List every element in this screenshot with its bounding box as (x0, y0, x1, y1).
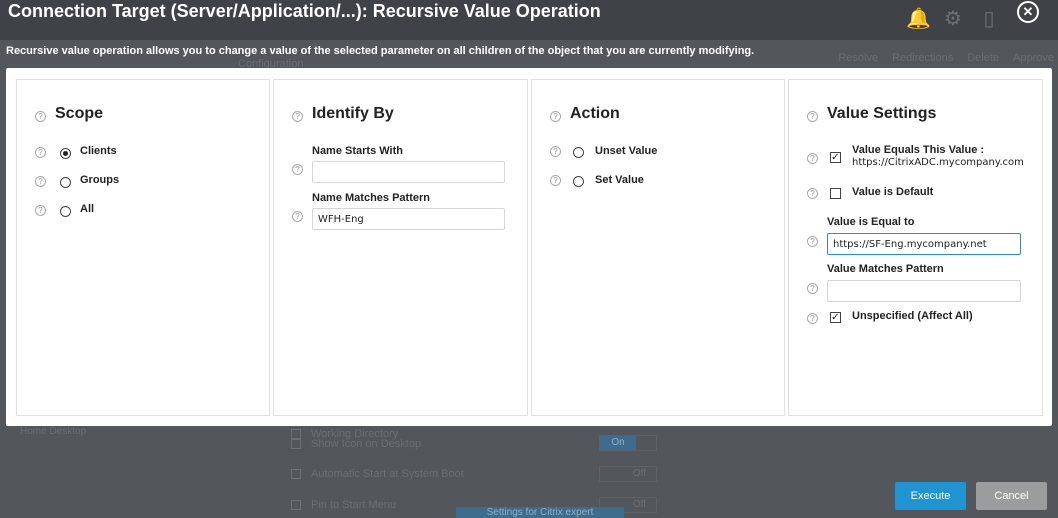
help-icon[interactable]: ? (292, 211, 303, 222)
name-starts-label: Name Starts With (312, 145, 403, 157)
bg-row-show-icon: Show Icon on Desktop (291, 438, 421, 450)
value-is-default-checkbox[interactable] (830, 188, 841, 199)
value-is-equal-label: Value is Equal to (827, 216, 915, 228)
scope-clients-radio[interactable] (60, 148, 71, 159)
set-value-radio[interactable] (573, 176, 584, 187)
bg-action-approve: Approve (1013, 52, 1054, 64)
set-value-label[interactable]: Set Value (595, 174, 644, 186)
help-icon[interactable]: ? (807, 153, 818, 164)
bg-actions: Resolve Redirections Delete Approve (838, 52, 1054, 64)
dialog-title: Connection Target (Server/Application/..… (8, 1, 601, 21)
bell-icon: 🔔 (906, 8, 931, 30)
help-icon[interactable]: ? (35, 176, 46, 187)
help-icon[interactable]: ? (292, 164, 303, 175)
scope-groups-label[interactable]: Groups (80, 174, 119, 186)
help-icon[interactable]: ? (35, 111, 46, 122)
value-matches-pattern-label: Value Matches Pattern (827, 263, 944, 275)
bg-row-label: Show Icon on Desktop (311, 438, 422, 450)
value-is-equal-input[interactable]: https://SF-Eng.mycompany.net (827, 233, 1021, 255)
value-is-default-label[interactable]: Value is Default (852, 186, 933, 198)
bg-nav-item: Home Desktop (20, 426, 87, 437)
help-icon[interactable]: ? (35, 205, 46, 216)
identify-section: ? Identify By Name Starts With ? Name Ma… (273, 79, 528, 416)
bg-checkbox (291, 500, 301, 510)
bg-row-auto-start: Automatic Start at System Boot (291, 468, 464, 480)
value-settings-section: ? Value Settings ? ✓ Value Equals This V… (788, 79, 1043, 416)
help-icon[interactable]: ? (807, 236, 818, 247)
execute-button[interactable]: Execute (895, 482, 966, 510)
bg-row-label: Automatic Start at System Boot (311, 468, 464, 480)
scope-section: ? Scope ? Clients ? Groups ? All (16, 79, 270, 416)
action-section: ? Action ? Unset Value ? Set Value (531, 79, 785, 416)
bg-action-redirections: Redirections (892, 52, 954, 64)
help-icon[interactable]: ? (35, 147, 46, 158)
value-equals-this-current: https://CitrixADC.mycompany.com (852, 157, 1024, 168)
value-settings-title: Value Settings (827, 105, 937, 122)
gear-icon: ⚙ (944, 8, 962, 30)
bg-toggle-auto-start: Off (599, 466, 657, 482)
value-equals-this-checkbox[interactable]: ✓ (830, 152, 841, 163)
action-title: Action (570, 105, 620, 122)
bg-row-label: Pin to Start Menu (311, 499, 396, 511)
name-matches-input[interactable]: WFH-Eng (312, 208, 505, 230)
bg-checkbox (291, 439, 301, 449)
document-icon: ▯ (983, 8, 995, 30)
dialog-description: Recursive value operation allows you to … (6, 45, 755, 57)
bg-action-resolve: Resolve (838, 52, 879, 64)
bg-checkbox (291, 469, 301, 479)
bg-toggle-show-icon: On (599, 435, 657, 451)
help-icon[interactable]: ? (807, 313, 818, 324)
cancel-button[interactable]: Cancel (976, 482, 1047, 510)
bg-action-delete: Delete (967, 52, 1000, 64)
bg-toggle-off: Off (632, 499, 646, 510)
help-icon[interactable]: ? (807, 111, 818, 122)
help-icon[interactable]: ? (550, 111, 561, 122)
help-icon[interactable]: ? (292, 111, 303, 122)
value-equals-this-label[interactable]: Value Equals This Value : (852, 144, 984, 156)
bg-row-pin-start: Pin to Start Menu (291, 499, 396, 511)
dialog-panel: ? Scope ? Clients ? Groups ? All ? Ident… (6, 68, 1052, 426)
bg-toggle-on: On (600, 436, 636, 450)
name-matches-label: Name Matches Pattern (312, 192, 430, 204)
identify-title: Identify By (312, 105, 394, 122)
bg-settings-button: Settings for Citrix expert (456, 507, 624, 518)
app-topbar-icons: 🔔 ⚙ ▯ (906, 8, 1000, 30)
unset-value-radio[interactable] (573, 147, 584, 158)
help-icon[interactable]: ? (807, 188, 818, 199)
scope-title: Scope (55, 105, 104, 122)
help-icon[interactable]: ? (550, 146, 561, 157)
unspecified-checkbox[interactable]: ✓ (830, 312, 841, 323)
unspecified-label[interactable]: Unspecified (Affect All) (852, 310, 973, 322)
help-icon[interactable]: ? (550, 175, 561, 186)
help-icon[interactable]: ? (807, 283, 818, 294)
name-starts-input[interactable] (312, 161, 505, 183)
value-matches-pattern-input[interactable] (827, 280, 1021, 302)
unset-value-label[interactable]: Unset Value (595, 145, 657, 157)
bg-toggle-off: Off (632, 468, 646, 479)
scope-all-label[interactable]: All (80, 203, 94, 215)
scope-clients-label[interactable]: Clients (80, 145, 117, 157)
scope-all-radio[interactable] (60, 206, 71, 217)
scope-groups-radio[interactable] (60, 177, 71, 188)
close-icon[interactable]: ✕ (1017, 1, 1039, 23)
